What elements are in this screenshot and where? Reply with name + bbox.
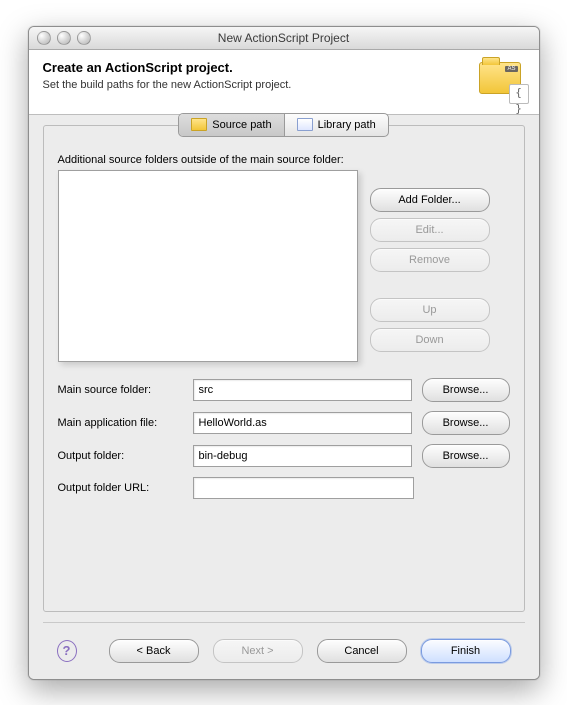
next-button: Next > <box>213 639 303 663</box>
source-folders-label: Additional source folders outside of the… <box>58 154 510 166</box>
edit-button: Edit... <box>370 218 490 242</box>
browse-main-app-button[interactable]: Browse... <box>422 411 510 435</box>
library-icon <box>297 118 313 131</box>
tab-source-path[interactable]: Source path <box>179 114 284 136</box>
titlebar: New ActionScript Project <box>29 27 539 50</box>
remove-button: Remove <box>370 248 490 272</box>
up-button: Up <box>370 298 490 322</box>
browse-main-source-button[interactable]: Browse... <box>422 378 510 402</box>
main-source-input[interactable] <box>193 379 412 401</box>
page-subtitle: Set the build paths for the new ActionSc… <box>43 79 292 91</box>
main-app-label: Main application file: <box>58 417 183 429</box>
tab-library-path[interactable]: Library path <box>285 114 388 136</box>
output-folder-label: Output folder: <box>58 450 183 462</box>
output-url-input[interactable] <box>193 477 414 499</box>
wizard-header: Create an ActionScript project. Set the … <box>29 50 539 115</box>
tab-label: Source path <box>212 119 271 131</box>
page-title: Create an ActionScript project. <box>43 60 292 75</box>
cancel-button[interactable]: Cancel <box>317 639 407 663</box>
output-folder-input[interactable] <box>193 445 412 467</box>
back-button[interactable]: < Back <box>109 639 199 663</box>
finish-button[interactable]: Finish <box>421 639 511 663</box>
tab-label: Library path <box>318 119 376 131</box>
project-folder-icon: AS { } <box>479 62 525 100</box>
down-button: Down <box>370 328 490 352</box>
window-title: New ActionScript Project <box>29 31 539 45</box>
dialog-window: New ActionScript Project Create an Actio… <box>28 26 540 680</box>
main-app-input[interactable] <box>193 412 412 434</box>
folder-icon <box>191 118 207 131</box>
braces-icon: { } <box>509 84 529 104</box>
source-folders-list[interactable] <box>58 170 358 362</box>
tab-group: Source path Library path <box>178 113 388 137</box>
main-source-label: Main source folder: <box>58 384 183 396</box>
wizard-footer: ? < Back Next > Cancel Finish <box>43 622 525 679</box>
add-folder-button[interactable]: Add Folder... <box>370 188 490 212</box>
browse-output-button[interactable]: Browse... <box>422 444 510 468</box>
output-url-label: Output folder URL: <box>58 482 183 494</box>
help-icon[interactable]: ? <box>57 640 77 662</box>
build-paths-panel: Source path Library path Additional sour… <box>43 125 525 612</box>
